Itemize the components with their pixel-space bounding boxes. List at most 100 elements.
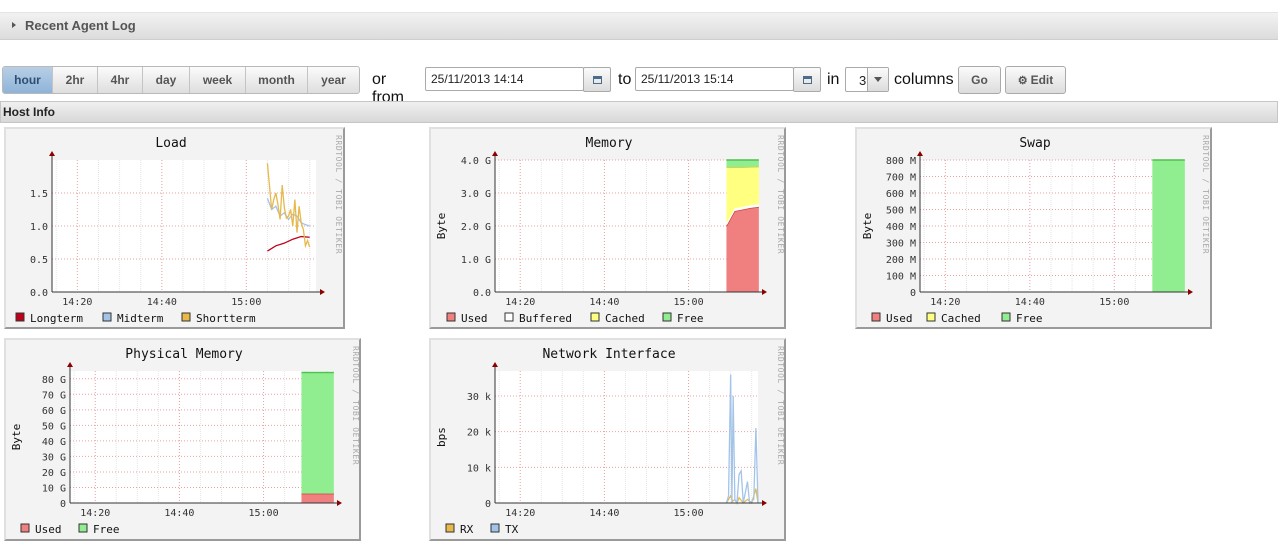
range-month-button[interactable]: month (246, 67, 308, 93)
legend-swatch (78, 523, 88, 533)
y-tick-label: 600 M (886, 189, 916, 200)
y-axis-arrow (492, 151, 498, 156)
x-tick-label: 14:40 (147, 297, 177, 308)
y-tick-label: 70 G (42, 390, 66, 401)
x-tick-label: 14:40 (1015, 297, 1045, 308)
x-tick-label: 14:20 (505, 508, 535, 519)
y-tick-label: 20 k (467, 428, 491, 439)
columns-select[interactable]: 3 (845, 67, 889, 92)
chart-title: Swap (1019, 136, 1050, 151)
legend-label: Used (35, 523, 62, 536)
rrdtool-watermark: RRDTOOL / TOBI OETIKER (776, 135, 785, 254)
area-free (301, 372, 334, 494)
calendar-icon (593, 76, 602, 84)
legend-swatch (504, 312, 514, 322)
legend-swatch (662, 312, 672, 322)
y-tick-label: 1.5 (30, 189, 48, 200)
legend-label: Free (1016, 312, 1043, 325)
load-graph: 0.0 0.5 1.0 1.5 14:20 14:40 15:00 Load RRDTOOL /… (4, 127, 345, 329)
to-calendar-button[interactable] (793, 67, 821, 92)
recent-agent-log-title: Recent Agent Log (25, 18, 136, 33)
host-info-header[interactable]: Host Info (0, 101, 1278, 123)
expand-arrow-icon[interactable] (12, 22, 16, 28)
calendar-icon (803, 76, 812, 84)
rrdtool-watermark: RRDTOOL / TOBI OETIKER (1201, 135, 1210, 254)
x-tick-label: 15:00 (231, 297, 261, 308)
x-tick-label: 14:40 (589, 508, 619, 519)
y-axis-label: bps (435, 427, 448, 447)
x-tick-label: 14:20 (930, 297, 960, 308)
plot-area (70, 371, 333, 503)
edit-button[interactable]: ⚙ Edit (1005, 66, 1066, 94)
memory-graph: 0.0 1.0 G 2.0 G 3.0 G 4.0 G 14:20 14:40 15:00 Me… (429, 127, 786, 329)
host-info-title: Host Info (3, 105, 55, 119)
columns-label: columns (894, 71, 954, 88)
to-date-input[interactable] (635, 67, 794, 91)
legend-label: Shortterm (196, 312, 256, 325)
area-free (1152, 160, 1185, 292)
range-hour-button[interactable]: hour (3, 67, 53, 93)
y-tick-label: 0.0 (30, 288, 48, 299)
y-axis-arrow (917, 151, 923, 156)
y-tick-label: 200 M (886, 255, 916, 266)
area-used (301, 493, 334, 503)
y-tick-label: 20 G (42, 468, 66, 479)
legend-label: Midterm (117, 312, 164, 325)
range-4hr-button[interactable]: 4hr (98, 67, 143, 93)
x-axis-arrow (762, 289, 767, 295)
y-axis-label: Byte (435, 213, 448, 240)
x-axis-arrow (762, 500, 767, 506)
rrdtool-watermark: RRDTOOL / TOBI OETIKER (776, 346, 785, 465)
legend-swatch (445, 523, 455, 533)
y-tick-label: 40 G (42, 437, 66, 448)
y-tick-label: 1.0 (30, 222, 48, 233)
range-selector: hour 2hr 4hr day week month year (2, 66, 360, 94)
legend-label: Free (93, 523, 120, 536)
legend-label: Buffered (519, 312, 572, 325)
recent-agent-log-header[interactable]: Recent Agent Log (0, 12, 1278, 40)
from-calendar-button[interactable] (583, 67, 611, 92)
legend-label: Longterm (30, 312, 83, 325)
y-tick-label: 100 M (886, 272, 916, 283)
y-tick-label: 10 G (42, 483, 66, 494)
y-axis-label: Byte (861, 213, 874, 240)
y-tick-label: 0 (485, 499, 491, 510)
x-axis-arrow (1188, 289, 1193, 295)
area-free (726, 160, 759, 168)
legend-swatch (446, 312, 456, 322)
y-axis-arrow (49, 151, 55, 156)
legend-swatch (181, 312, 191, 322)
x-tick-label: 15:00 (1099, 297, 1129, 308)
y-axis-arrow (492, 362, 498, 367)
y-tick-label: 80 G (42, 375, 66, 386)
from-date-input[interactable] (425, 67, 584, 91)
network-interface-graph: 0 10 k 20 k 30 k 14:20 14:40 15:00 Network Inte… (429, 338, 786, 541)
physical-memory-chart: 0 10 G 20 G 30 G 40 G 50 G 60 G 70 G 80 G 14:20 14… (10, 346, 360, 536)
y-tick-label: 30 k (467, 392, 491, 403)
legend-swatch (15, 312, 25, 322)
chart-title: Network Interface (542, 347, 675, 362)
x-axis-arrow (320, 289, 325, 295)
plot-area (495, 371, 758, 503)
range-week-button[interactable]: week (190, 67, 246, 93)
y-tick-label: 700 M (886, 173, 916, 184)
chart-title: Physical Memory (125, 347, 243, 362)
dropdown-arrow[interactable] (867, 68, 888, 91)
y-tick-label: 10 k (467, 463, 491, 474)
range-year-button[interactable]: year (308, 67, 359, 93)
legend-swatch (590, 312, 600, 322)
range-day-button[interactable]: day (143, 67, 190, 93)
y-tick-label: 400 M (886, 222, 916, 233)
legend-label: RX (460, 523, 474, 536)
to-label: to (618, 71, 632, 88)
x-tick-label: 14:20 (505, 297, 535, 308)
memory-chart: 0.0 1.0 G 2.0 G 3.0 G 4.0 G 14:20 14:40 15:00 Me… (435, 135, 785, 325)
y-tick-label: 500 M (886, 206, 916, 217)
y-tick-label: 0 (910, 288, 916, 299)
rrdtool-watermark: RRDTOOL / TOBI OETIKER (334, 135, 343, 254)
range-2hr-button[interactable]: 2hr (53, 67, 98, 93)
go-button[interactable]: Go (958, 66, 1001, 94)
legend-label: TX (505, 523, 519, 536)
columns-value: 3 (859, 73, 867, 88)
y-axis-label: Byte (10, 424, 23, 451)
